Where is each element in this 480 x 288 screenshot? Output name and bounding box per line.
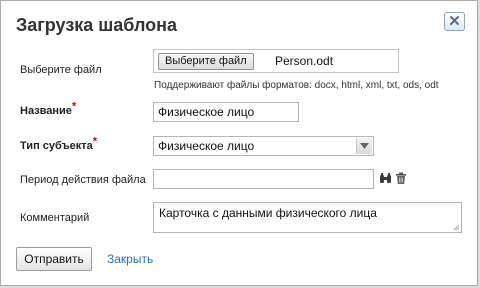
required-mark: * (71, 100, 77, 113)
name-input[interactable]: Физическое лицо (153, 102, 299, 122)
close-x-icon (449, 13, 460, 31)
supported-formats-hint: Поддерживают файлы форматов: docx, html,… (154, 80, 439, 91)
comment-textarea[interactable]: Карточка с данными физического лица (153, 202, 462, 233)
binoculars-icon[interactable] (379, 172, 392, 185)
subject-type-selected: Физическое лицо (158, 139, 255, 153)
validity-period-label: Период действия файла (20, 174, 146, 186)
file-picker: Выберите файл Person.odt (153, 49, 399, 73)
choose-file-button[interactable]: Выберите файл (158, 53, 254, 70)
subject-type-label-text: Тип субъекта (20, 140, 93, 152)
resize-handle-icon[interactable] (453, 224, 460, 231)
submit-button[interactable]: Отправить (16, 247, 92, 271)
chevron-down-icon[interactable] (356, 138, 372, 154)
trash-icon[interactable] (395, 172, 408, 185)
required-mark: * (92, 135, 98, 148)
selected-file-name: Person.odt (275, 54, 334, 68)
name-label: Название* (20, 101, 76, 117)
subject-type-select[interactable]: Физическое лицо (153, 136, 374, 156)
close-dialog-button[interactable] (444, 12, 465, 31)
comment-text: Карточка с данными физического лица (159, 206, 377, 220)
name-label-text: Название (20, 105, 72, 117)
file-label: Выберите файл (20, 64, 102, 76)
upload-template-dialog: Загрузка шаблона Выберите файл Выберите … (0, 0, 478, 286)
subject-type-label: Тип субъекта* (20, 136, 97, 152)
dialog-title: Загрузка шаблона (16, 15, 178, 35)
comment-label: Комментарий (20, 212, 90, 224)
close-link[interactable]: Закрыть (107, 252, 153, 266)
validity-period-input[interactable] (153, 169, 374, 189)
